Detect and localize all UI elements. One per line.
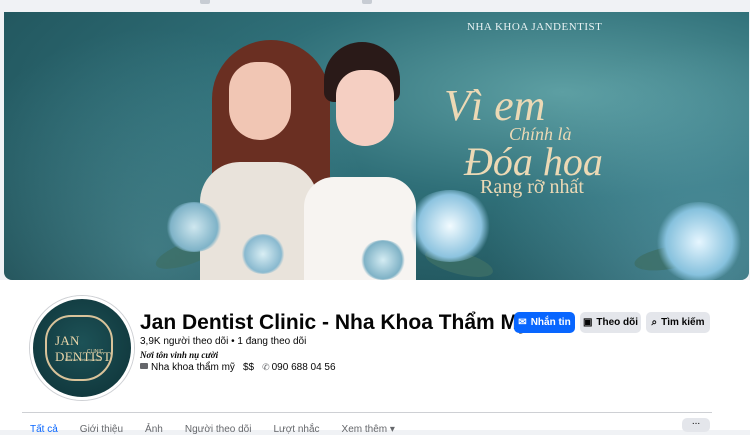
page-title: Jan Dentist Clinic - Nha Khoa Thẩm Mỹ [140,311,530,334]
phone-icon: ✆ [262,362,270,372]
avatar-logo-sub: CLINIC [87,349,104,355]
category-icon [140,363,148,369]
page-meta: Nha khoa thẩm mỹ $$ ✆ 090 688 04 56 [140,362,336,373]
flower-decoration [406,190,494,262]
person-left-face [229,62,291,140]
cover-slogan-line2: Chính là [509,124,572,144]
flower-decoration [654,202,744,280]
search-button-label: Tìm kiếm [661,317,705,328]
cover-photo[interactable]: NHA KHOA JANDENTIST Vì em Đóa hoa Chính … [4,12,749,280]
follow-button[interactable]: ▣ Theo dõi [580,312,641,333]
top-icon [200,0,210,4]
phone-number[interactable]: 090 688 04 56 [272,362,336,373]
message-button-label: Nhắn tin [530,317,571,328]
followers-count[interactable]: 3,9K người theo dõi • 1 đang theo dõi [140,336,306,347]
browser-top-strip [0,0,750,12]
page-tagline: Nơi tôn vinh nụ cười [140,350,219,360]
top-icon [362,0,372,4]
person-right-face [336,70,394,146]
cover-slogan-line4: Rạng rỡ nhất [480,176,584,198]
avatar-logo-tag: Nơi tôn vinh nụ cười [65,357,102,362]
messenger-icon: ✉ [518,317,527,328]
message-button[interactable]: ✉ Nhắn tin [514,312,575,333]
cover-brand: NHA KHOA JANDENTIST [467,21,603,33]
flower-decoration [164,202,224,252]
follow-button-label: Theo dõi [596,317,639,328]
flower-decoration [240,234,286,274]
search-button[interactable]: ⌕ Tìm kiếm [646,312,710,333]
page-category: Nha khoa thẩm mỹ [151,362,235,373]
page-avatar[interactable]: JAN DENTIST CLINIC Nơi tôn vinh nụ cười [30,296,134,400]
divider [22,412,712,413]
flower-decoration [359,240,407,280]
search-icon: ⌕ [651,317,658,328]
follow-icon: ▣ [582,317,593,328]
price-range: $$ [242,362,255,373]
